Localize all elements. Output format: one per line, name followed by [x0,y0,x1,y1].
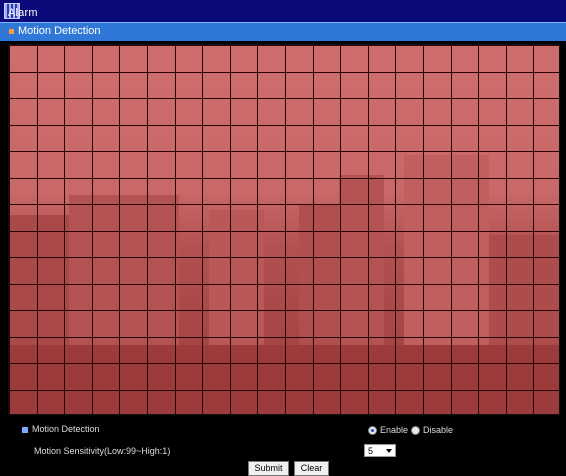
section-title: Motion Detection [18,25,101,37]
chevron-down-icon [386,449,392,453]
sensitivity-select[interactable]: 5 [364,444,396,457]
motion-detection-label: Motion Detection [32,424,100,434]
sensitivity-value: 5 [368,446,374,456]
disable-label[interactable]: Disable [423,425,453,435]
motion-grid[interactable] [9,45,560,415]
clear-button[interactable]: Clear [294,461,329,476]
sensitivity-label: Motion Sensitivity(Low:99~High:1) [34,446,171,456]
controls-panel: Motion Detection Enable Disable Motion S… [0,415,566,476]
section-header: Motion Detection [0,22,566,41]
camera-preview[interactable] [8,44,560,415]
window-title: Alarm [8,7,38,19]
enable-radio[interactable] [368,426,377,435]
disable-radio[interactable] [411,426,420,435]
submit-button[interactable]: Submit [248,461,289,476]
section-bullet-icon [9,29,14,34]
enable-label[interactable]: Enable [380,425,408,435]
motion-detection-bullet-icon [22,427,28,433]
window-title-bar: Alarm [0,0,566,22]
